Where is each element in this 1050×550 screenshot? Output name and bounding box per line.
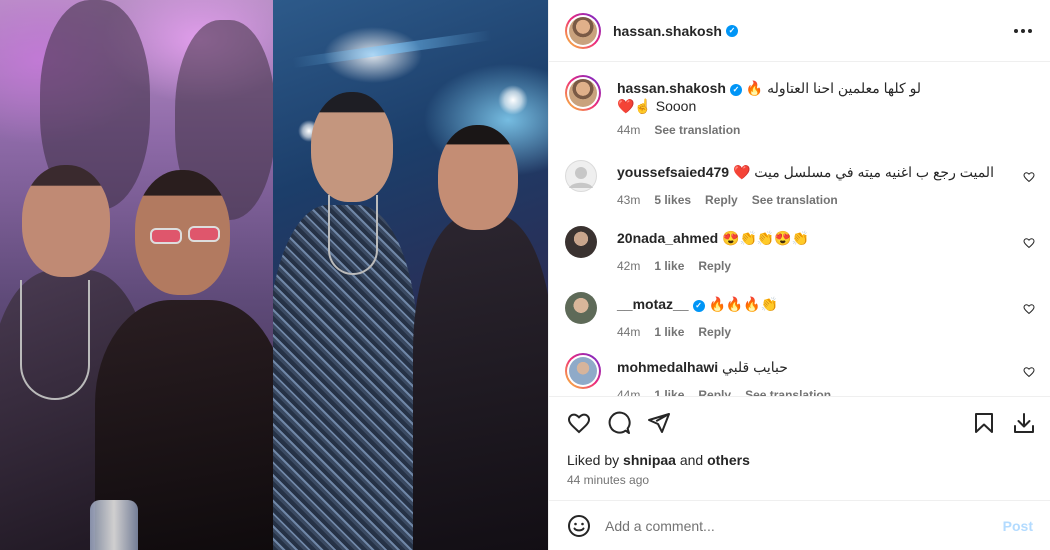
comment-username[interactable]: youssefsaied479 <box>617 164 729 180</box>
default-avatar-icon <box>569 167 593 188</box>
author-username[interactable]: hassan.shakosh <box>613 23 722 39</box>
comment-likes[interactable]: 5 likes <box>654 191 691 209</box>
caption-emojis: ❤️☝️ <box>617 98 652 114</box>
commenter-avatar[interactable] <box>565 292 597 324</box>
comment-item: mohmedalhawi حبايب قلبي 44m 1 like Reply… <box>565 353 1035 396</box>
bookmark-icon[interactable] <box>972 411 996 435</box>
heart-icon[interactable] <box>567 411 591 435</box>
like-comment-heart-icon[interactable] <box>1023 366 1035 378</box>
reply-button[interactable]: Reply <box>698 257 731 275</box>
liked-by-prefix: Liked by <box>567 452 620 468</box>
comment-text: 😍👏👏😍👏 <box>722 230 810 246</box>
comments-list[interactable]: hassan.shakosh ✓ 🔥 لو كلها معلمين احنا ال… <box>549 63 1050 396</box>
reply-button[interactable]: Reply <box>705 191 738 209</box>
necklace <box>328 195 378 275</box>
see-translation-link[interactable]: See translation <box>654 121 740 139</box>
see-translation-link[interactable]: See translation <box>745 386 831 396</box>
person-right-suit <box>413 215 548 550</box>
caption-text-line2: Sooon <box>655 98 697 114</box>
caption-text: لو كلها معلمين احنا العتاوله <box>767 80 922 96</box>
person-left-face <box>22 165 110 277</box>
comment-time[interactable]: 42m <box>617 257 640 275</box>
smiley-icon[interactable] <box>567 514 591 538</box>
comment-username[interactable]: __motaz__ <box>617 296 689 312</box>
liked-by: Liked by shnipaa and others <box>567 452 750 468</box>
see-translation-link[interactable]: See translation <box>752 191 838 209</box>
light-beam <box>292 30 492 68</box>
comment-time[interactable]: 43m <box>617 191 640 209</box>
sunglasses <box>188 226 220 242</box>
comment-username[interactable]: mohmedalhawi <box>617 359 718 375</box>
commenter-avatar[interactable] <box>565 160 597 192</box>
commenter-avatar[interactable] <box>565 226 597 258</box>
sunglasses <box>150 228 182 244</box>
post-header: hassan.shakosh ✓ <box>549 0 1050 62</box>
author-avatar[interactable] <box>565 12 601 49</box>
reply-button[interactable]: Reply <box>698 323 731 341</box>
post-photo[interactable] <box>0 0 548 550</box>
comment-text: الميت رجع ب اغنيه ميته في مسلسل ميت <box>754 164 994 180</box>
liked-by-user[interactable]: shnipaa <box>623 452 676 468</box>
comment-likes[interactable]: 1 like <box>654 257 684 275</box>
comment-emoji: ❤️ <box>732 164 751 180</box>
person-right-face <box>438 125 518 230</box>
necklace <box>20 280 90 400</box>
liked-by-others[interactable]: others <box>707 452 750 468</box>
comment-time[interactable]: 44m <box>617 323 640 341</box>
author-avatar[interactable] <box>565 75 601 111</box>
comment-item: 20nada_ahmed 😍👏👏😍👏 42m 1 like Reply <box>565 224 1035 273</box>
photo-left-panel <box>0 0 273 550</box>
person-left-face <box>311 92 393 202</box>
post-actions: Liked by shnipaa and others 44 minutes a… <box>549 396 1050 500</box>
comment-icon[interactable] <box>607 411 631 435</box>
comment-text: 🔥🔥🔥👏 <box>708 296 779 312</box>
post-time-ago[interactable]: 44 minutes ago <box>567 473 649 487</box>
photo-right-panel <box>273 0 548 550</box>
post-detail-panel: hassan.shakosh ✓ hassan.shakosh ✓ 🔥 لو كل… <box>548 0 1050 550</box>
comment-username[interactable]: 20nada_ahmed <box>617 230 718 246</box>
liked-by-and: and <box>679 452 704 468</box>
verified-badge-icon: ✓ <box>725 24 738 37</box>
more-options-icon[interactable] <box>1011 22 1035 40</box>
comment-item: __motaz__ ✓ 🔥🔥🔥👏 44m 1 like Reply <box>565 290 1035 339</box>
add-comment-bar: Post <box>549 500 1050 550</box>
reply-button[interactable]: Reply <box>698 386 731 396</box>
comment-likes[interactable]: 1 like <box>654 386 684 396</box>
verified-badge-icon: ✓ <box>729 84 742 96</box>
verified-badge-icon: ✓ <box>692 300 705 312</box>
like-comment-heart-icon[interactable] <box>1023 171 1035 183</box>
stage-light <box>498 85 528 115</box>
comment-item: youssefsaied479 ❤️ الميت رجع ب اغنيه ميت… <box>565 158 1035 207</box>
add-comment-input[interactable] <box>605 515 985 537</box>
comment-time[interactable]: 44m <box>617 386 640 396</box>
comment-time[interactable]: 44m <box>617 121 640 139</box>
caption: hassan.shakosh ✓ 🔥 لو كلها معلمين احنا ال… <box>565 75 1035 141</box>
like-comment-heart-icon[interactable] <box>1023 303 1035 315</box>
share-icon[interactable] <box>647 411 671 435</box>
commenter-avatar[interactable] <box>565 353 601 389</box>
download-icon[interactable] <box>1012 411 1036 435</box>
caption-username[interactable]: hassan.shakosh <box>617 80 726 96</box>
comment-text: حبايب قلبي <box>722 359 788 375</box>
water-bottle <box>90 500 138 550</box>
like-comment-heart-icon[interactable] <box>1023 237 1035 249</box>
post-comment-button[interactable]: Post <box>1003 518 1033 534</box>
caption-emoji-fire: 🔥 <box>745 80 764 96</box>
comment-likes[interactable]: 1 like <box>654 323 684 341</box>
